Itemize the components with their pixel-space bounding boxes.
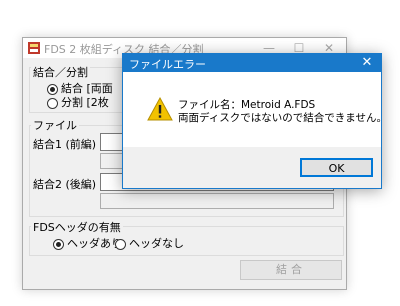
warning-icon	[147, 97, 173, 121]
header-on-radio[interactable]: ヘッダあり	[53, 235, 122, 251]
header-off-radio[interactable]: ヘッダなし	[115, 235, 184, 251]
split-radio-label: 分割 [2枚	[61, 96, 109, 109]
merge-radio-dot	[47, 83, 58, 95]
header-group-label: FDSヘッダの有無	[31, 219, 123, 235]
dialog-close-button[interactable]: ✕	[355, 54, 379, 72]
dialog-message-line2: 両面ディスクではないので結合できません。	[178, 112, 387, 124]
dialog-footer: OK	[123, 147, 381, 188]
merge2-label: 結合2 (後編)	[33, 178, 97, 191]
header-on-label: ヘッダあり	[67, 237, 122, 250]
dialog-message-line1: ファイル名：Metroid A.FDS	[178, 99, 316, 111]
merge-action-button[interactable]: 結合	[240, 260, 342, 280]
split-radio-dot	[47, 97, 58, 109]
dialog-message: ファイル名：Metroid A.FDS 両面ディスクではないので結合できません。	[178, 99, 387, 125]
app-icon	[28, 42, 40, 54]
header-off-label: ヘッダなし	[129, 237, 184, 250]
ok-button[interactable]: OK	[300, 158, 373, 177]
mode-group-label: 結合／分割	[31, 64, 90, 80]
dialog-title-bar: ファイルエラー ✕	[123, 54, 381, 72]
merge2-info-field	[100, 193, 334, 209]
header-on-radio-dot	[53, 238, 64, 250]
header-off-radio-dot	[115, 238, 126, 250]
file-group-label: ファイル	[31, 117, 79, 133]
dialog-title: ファイルエラー	[129, 58, 206, 71]
split-radio[interactable]: 分割 [2枚	[47, 94, 109, 110]
merge1-label: 結合1 (前編)	[33, 138, 97, 151]
error-dialog: ファイルエラー ✕ ファイル名：Metroid A.FDS 両面ディスクではない…	[122, 53, 387, 189]
